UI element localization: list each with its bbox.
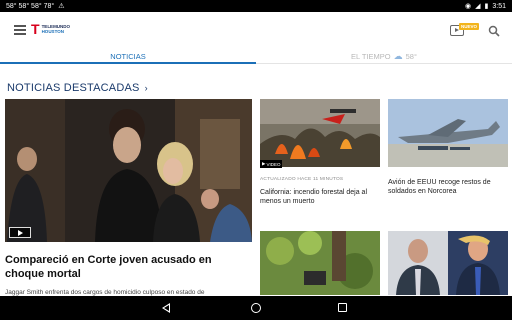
menu-icon[interactable] [14,25,26,35]
search-icon[interactable] [488,24,500,37]
status-notifications: 58° 58° 58° 78° [6,2,55,10]
tab-el-tiempo-label: EL TIEMPO [351,51,391,61]
card-timestamp: ACTUALIZADO HACE 11 MINUTOS [260,177,344,182]
card-garden-image[interactable] [260,231,380,295]
system-nav-bar [0,296,512,320]
card-wildfire-image[interactable] [260,99,380,167]
chevron-right-icon: › [144,83,148,93]
battery-icon: ▮ [484,3,489,10]
clock: 3:51 [492,2,506,10]
tab-temperature: 58° [405,51,417,61]
telemundo-houston-logo[interactable]: T TELEMUNDO HOUSTON [31,22,70,36]
warning-icon: ⚠ [58,3,65,10]
active-tab-indicator [0,62,256,64]
card-title-airplane[interactable]: Avión de EEUU recoge restos de soldados … [388,178,508,196]
nuevo-badge: NUEVO [459,23,480,30]
app-bar: T TELEMUNDO HOUSTON [0,12,512,48]
hero-story-image[interactable] [5,99,252,242]
status-bar: 58° 58° 58° 78° ⚠ ◉ ◢ ▮ 3:51 [0,0,512,12]
recents-icon[interactable] [338,303,347,312]
partly-cloudy-icon: ☁ [393,50,403,61]
location-icon: ◉ [465,3,472,10]
video-play-icon[interactable] [9,227,31,238]
video-label: ▶ VIDEO [260,160,283,168]
tab-bar: NOTICIAS EL TIEMPO ☁ 58° [0,48,512,64]
signal-icon: ◢ [475,3,481,10]
section-title-text: NOTICIAS DESTACADAS [7,82,140,94]
home-icon[interactable] [251,303,261,313]
tab-noticias-label: NOTICIAS [110,51,146,61]
hero-headline[interactable]: Compareció en Corte joven acusado en cho… [5,253,250,281]
logo-mark: T [31,21,40,37]
video-label-text: VIDEO [266,161,281,167]
logo-city: HOUSTON [41,29,64,34]
video-play-icon-small: ▶ [262,161,266,166]
card-airplane-image[interactable] [388,99,508,167]
back-icon[interactable] [162,303,170,313]
card-title-wildfire[interactable]: California: incendio forestal deja al me… [260,188,380,206]
section-title-noticias-destacadas[interactable]: NOTICIAS DESTACADAS › [7,82,148,94]
tab-el-tiempo[interactable]: EL TIEMPO ☁ 58° [256,48,512,64]
card-portraits-image[interactable] [388,231,508,295]
